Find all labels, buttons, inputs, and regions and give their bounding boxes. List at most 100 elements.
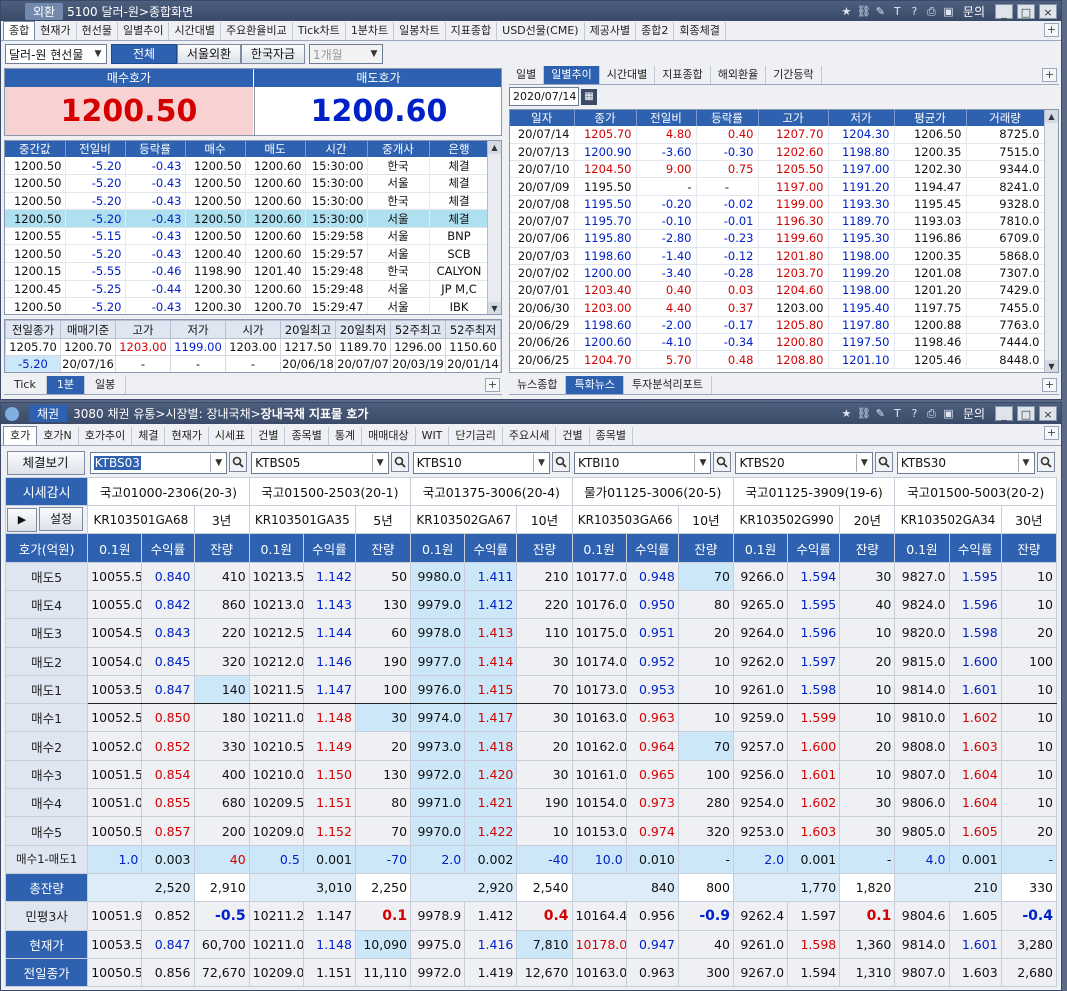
chart-tab-1[interactable]: 1분	[46, 376, 85, 394]
filter-seoul-button[interactable]: 서울외환	[177, 44, 241, 64]
minimize-button[interactable]: _	[995, 3, 1013, 19]
fx-menu-label[interactable]: 문의	[963, 3, 985, 20]
news-tab-2[interactable]: 투자분석리포트	[624, 376, 712, 394]
daily-header[interactable]: 종가	[574, 110, 637, 126]
bond-tab-1[interactable]: 호가N	[37, 427, 79, 445]
table-row[interactable]: 20/07/07 1195.70 -0.10 -0.01 1196.30 1189.70 1…	[510, 212, 1045, 231]
save-icon[interactable]: ▣	[942, 407, 955, 420]
text-icon[interactable]: T	[891, 5, 904, 18]
bond-tab-10[interactable]: WIT	[416, 427, 450, 445]
table-row[interactable]: 1200.15 -5.55 -0.46 1198.90 1201.40 15:29:48 한…	[5, 262, 490, 281]
chevron-down-icon[interactable]: ▼	[533, 453, 549, 472]
table-row[interactable]: 20/07/06 1195.80 -2.80 -0.23 1199.60 1195.30 1…	[510, 229, 1045, 248]
fx-tab-2[interactable]: 현선물	[77, 22, 118, 40]
bond-tab-9[interactable]: 매매대상	[362, 427, 416, 445]
bond-tab-4[interactable]: 현재가	[165, 427, 209, 445]
search-icon[interactable]	[552, 451, 571, 472]
close-button[interactable]: ×	[1039, 3, 1057, 19]
bond-tab-7[interactable]: 종목별	[285, 427, 329, 445]
bond-tab-2[interactable]: 호가추이	[79, 427, 133, 445]
text-icon[interactable]: T	[891, 407, 904, 420]
table-row[interactable]: 1200.50 -5.20 -0.43 1200.50 1200.60 15:30:00 서…	[5, 174, 490, 193]
orderbook-row[interactable]: 매수5 10050.5 0.857 200 10209.0 1.152 70 9970.0 1.…	[4, 816, 1058, 846]
bond-code-input[interactable]: KTBI10 ▼	[574, 451, 712, 474]
save-icon[interactable]: ▣	[942, 5, 955, 18]
daily-scrollbar[interactable]: ▲ ▼	[1044, 110, 1058, 372]
star-icon[interactable]: ★	[840, 5, 853, 18]
chart-tab-2[interactable]: 일봉	[85, 376, 127, 394]
bond-tab-5[interactable]: 시세표	[209, 427, 253, 445]
bond-code-input[interactable]: KTBS20 ▼	[735, 451, 873, 474]
daily-header[interactable]: 평균가	[894, 110, 967, 126]
bond-tab-0[interactable]: 호가	[3, 426, 38, 445]
bond-code-input[interactable]: KTBS30 ▼	[896, 451, 1035, 474]
trades-header[interactable]: 매수	[185, 141, 246, 157]
maximize-button[interactable]: □	[1017, 3, 1035, 19]
daily-header[interactable]: 저가	[828, 110, 895, 126]
chevron-down-icon[interactable]: ▼	[371, 453, 388, 472]
daily-tab-2[interactable]: 시간대별	[600, 66, 656, 84]
table-row[interactable]: 20/07/10 1204.50 9.00 0.75 1205.50 1197.00 120…	[510, 160, 1045, 179]
help-icon[interactable]: ?	[908, 5, 921, 18]
orderbook-row[interactable]: 전일종가 10050.5 0.856 72,670 10209.0 1.151 11,110…	[4, 957, 1058, 988]
trades-header[interactable]: 은행	[429, 141, 490, 157]
filter-all-button[interactable]: 전체	[111, 44, 177, 64]
table-row[interactable]: 20/06/26 1200.60 -4.10 -0.34 1200.80 1197.50 1…	[510, 333, 1045, 352]
market-select[interactable]: 달러-원 현선물 ▼	[5, 44, 107, 64]
orderbook-row[interactable]: 매수1 10052.5 0.850 180 10211.0 1.148 30 9974.0 1.…	[4, 703, 1058, 733]
bond-tab-3[interactable]: 체결	[132, 427, 166, 445]
fx-tab-1[interactable]: 현재가	[35, 22, 77, 40]
table-row[interactable]: 20/06/30 1203.00 4.40 0.37 1203.00 1195.40 119…	[510, 298, 1045, 317]
table-row[interactable]: 1200.50 -5.20 -0.43 1200.40 1200.60 15:29:57 서…	[5, 244, 490, 264]
daily-header[interactable]: 전일비	[636, 110, 697, 126]
fx-tab-12[interactable]: 종합2	[636, 22, 675, 40]
scroll-down-icon[interactable]: ▼	[1045, 360, 1058, 372]
table-row[interactable]: 20/06/29 1198.60 -2.00 -0.17 1205.80 1197.80 1…	[510, 316, 1045, 335]
search-icon[interactable]	[1036, 451, 1055, 472]
orderbook-row[interactable]: 매수4 10051.0 0.855 680 10209.5 1.151 80 9971.0 1.…	[4, 788, 1058, 818]
table-row[interactable]: 20/07/01 1203.40 0.40 0.03 1204.60 1198.00 120…	[510, 281, 1045, 300]
daily-tab-1[interactable]: 일별추이	[544, 66, 600, 84]
daily-tab-3[interactable]: 지표종합	[655, 66, 711, 84]
bond-tab-12[interactable]: 주요시세	[503, 427, 557, 445]
table-row[interactable]: 1200.50 -5.20 -0.43 1200.30 1200.70 15:29:47 서…	[5, 297, 490, 314]
table-row[interactable]: 1200.50 -5.20 -0.43 1200.50 1200.60 15:30:00 한…	[5, 192, 490, 211]
daily-tab-0[interactable]: 일별	[509, 66, 545, 84]
fx-tab-10[interactable]: USD선물(CME)	[497, 22, 585, 40]
filter-korea-button[interactable]: 한국자금	[241, 44, 305, 64]
fx-tab-13[interactable]: 회종체결	[674, 22, 726, 40]
orderbook-row[interactable]: 총잔량 2,520 2,910 3,010 2,250 2,920 2,540 840 800 1…	[4, 872, 1058, 903]
table-row[interactable]: 1200.50 -5.20 -0.43 1200.50 1200.60 15:30:00 서…	[5, 209, 490, 228]
link-icon[interactable]: ⛓	[857, 5, 871, 18]
table-row[interactable]: 20/07/13 1200.90 -3.60 -0.30 1202.60 1198.80 1…	[510, 143, 1045, 162]
trades-header[interactable]: 중간값	[5, 141, 66, 157]
bond-tab-14[interactable]: 종목별	[590, 427, 633, 445]
calendar-icon[interactable]: ▦	[581, 88, 597, 105]
period-select[interactable]: 1개월 ▼	[309, 44, 383, 64]
trades-view-button[interactable]: 체결보기	[6, 450, 85, 475]
chart-tab-0[interactable]: Tick	[4, 376, 47, 394]
scroll-up-icon[interactable]: ▲	[488, 141, 501, 154]
daily-header[interactable]: 고가	[758, 110, 829, 126]
search-icon[interactable]	[390, 451, 409, 472]
news-tab-1[interactable]: 특화뉴스	[566, 376, 624, 394]
maximize-button[interactable]: □	[1017, 406, 1035, 421]
add-tab-button[interactable]: +	[1044, 426, 1059, 440]
orderbook-row[interactable]: 현재가 10053.5 0.847 60,700 10211.0 1.148 10,090 9…	[4, 929, 1058, 959]
trades-header[interactable]: 시간	[305, 141, 368, 157]
orderbook-row[interactable]: 매도4 10055.0 0.842 860 10213.0 1.143 130 9979.0 1…	[4, 589, 1058, 620]
daily-tab-4[interactable]: 해외환율	[711, 66, 767, 84]
star-icon[interactable]: ★	[840, 407, 853, 420]
table-row[interactable]: 1200.55 -5.15 -0.43 1200.50 1200.60 15:29:58 서…	[5, 227, 490, 246]
minimize-button[interactable]: _	[995, 406, 1013, 421]
play-button[interactable]: ▶	[7, 508, 37, 533]
table-row[interactable]: 20/06/25 1204.70 5.70 0.48 1208.80 1201.10 120…	[510, 350, 1045, 369]
table-row[interactable]: 1200.45 -5.25 -0.44 1200.30 1200.60 15:29:48 서…	[5, 280, 490, 299]
search-icon[interactable]	[713, 451, 732, 472]
fx-tab-9[interactable]: 지표종합	[446, 22, 498, 40]
chevron-down-icon[interactable]: ▼	[210, 453, 226, 472]
fx-tab-0[interactable]: 종합	[3, 21, 36, 40]
bond-tab-13[interactable]: 건별	[556, 427, 590, 445]
daily-header[interactable]: 등락률	[696, 110, 759, 126]
trades-scrollbar[interactable]: ▲ ▼	[487, 141, 501, 314]
